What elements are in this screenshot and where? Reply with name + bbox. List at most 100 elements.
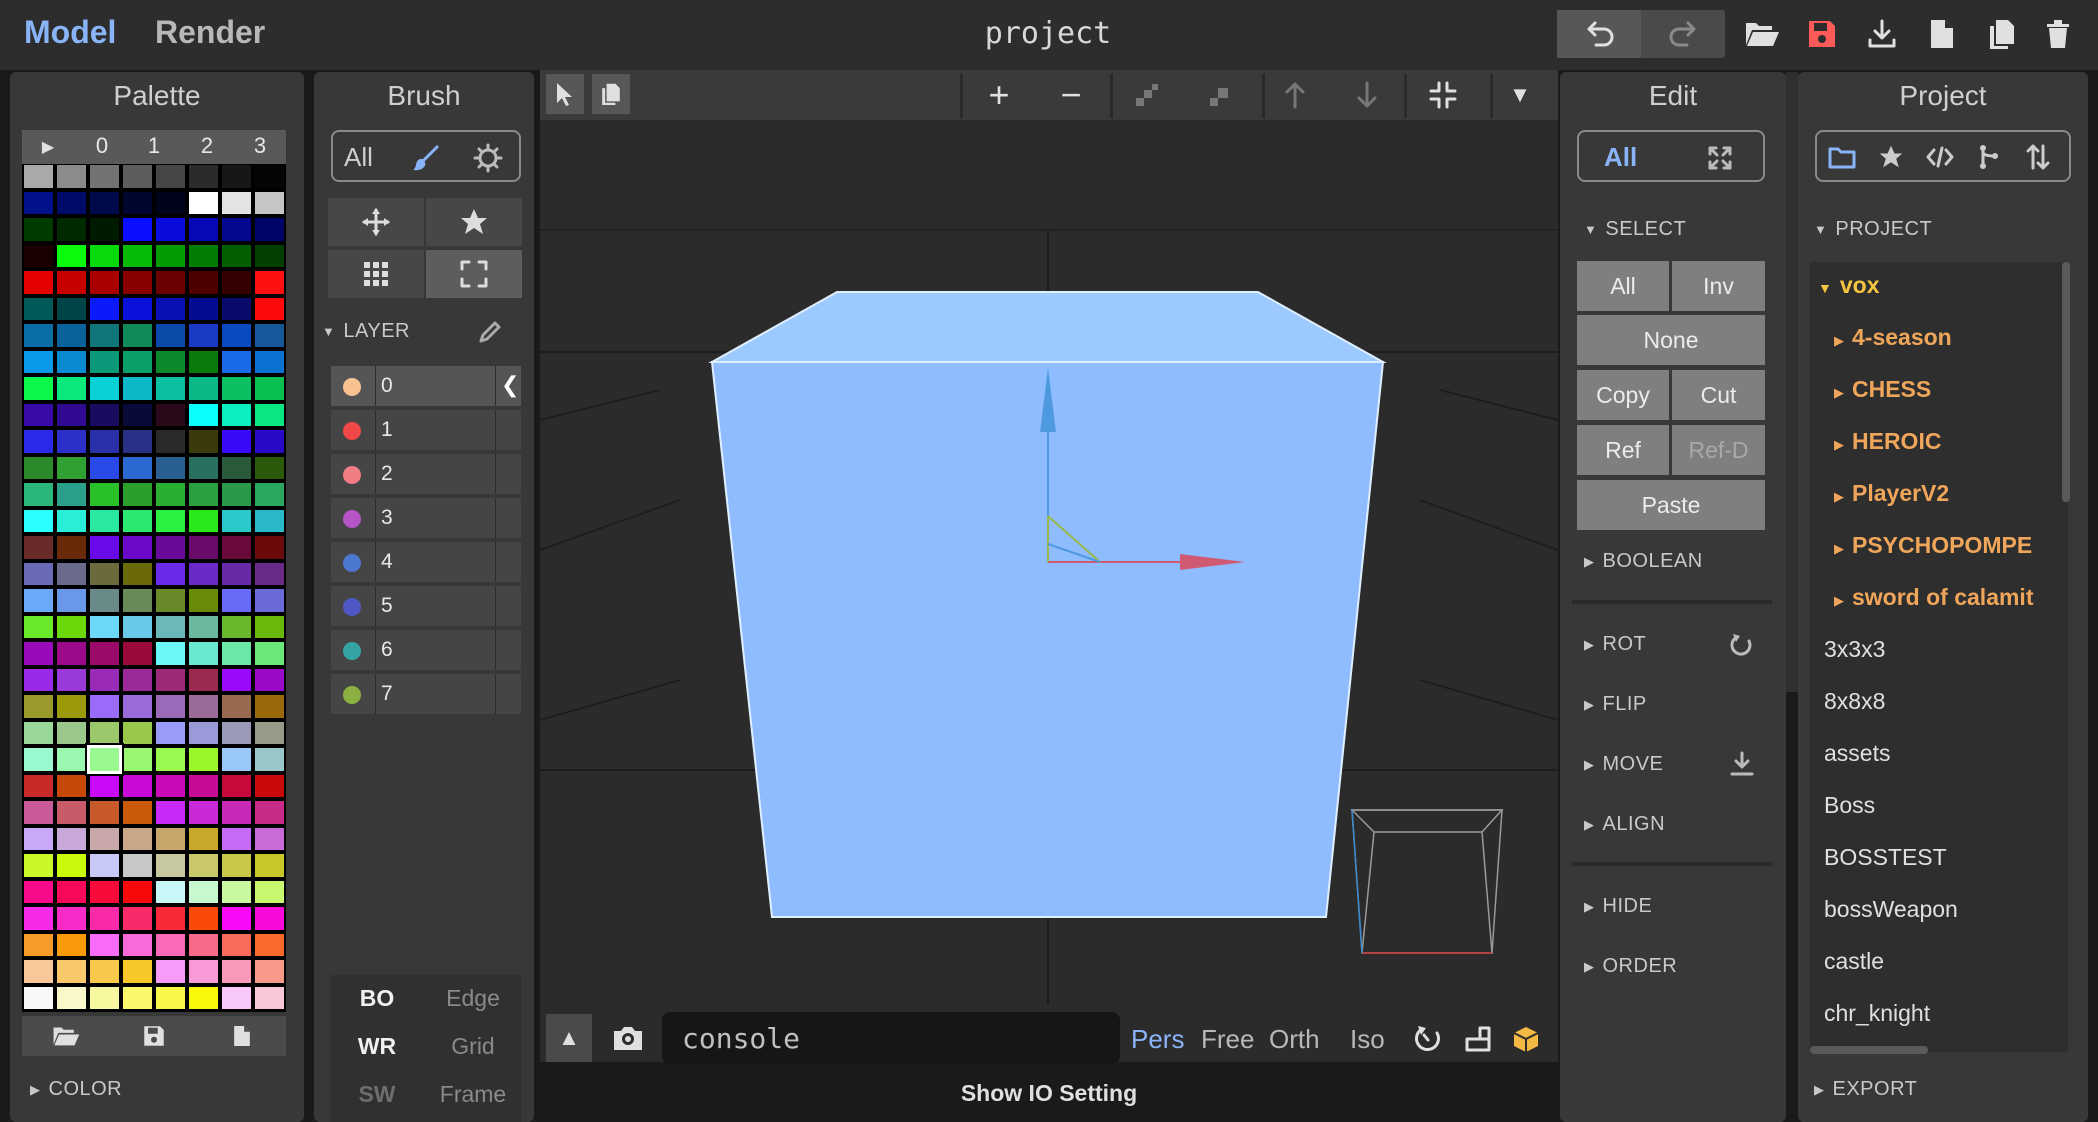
- brush-move-button[interactable]: [328, 198, 424, 246]
- hide-section-header[interactable]: ▶ HIDE: [1584, 895, 1652, 918]
- palette-swatch[interactable]: [57, 642, 86, 665]
- tree-file-item[interactable]: assets: [1824, 740, 1890, 767]
- palette-swatch[interactable]: [123, 165, 152, 188]
- palette-swatch[interactable]: [189, 377, 218, 400]
- tree-folder-item[interactable]: ▶ HEROIC: [1834, 428, 1941, 455]
- palette-swatch[interactable]: [189, 218, 218, 241]
- palette-swatch[interactable]: [222, 854, 251, 877]
- palette-swatch[interactable]: [24, 907, 53, 930]
- palette-swatch[interactable]: [255, 456, 284, 479]
- palette-tab-1[interactable]: 1: [128, 133, 180, 159]
- palette-swatch[interactable]: [156, 191, 185, 214]
- palette-swatch[interactable]: [24, 430, 53, 453]
- move-apply-button[interactable]: [1722, 746, 1762, 782]
- palette-swatch[interactable]: [90, 589, 119, 612]
- edit-mode-all[interactable]: All: [1604, 142, 1637, 173]
- palette-swatch[interactable]: [57, 801, 86, 824]
- palette-swatch[interactable]: [222, 589, 251, 612]
- show-io-setting-button[interactable]: Show IO Setting: [540, 1080, 1558, 1107]
- palette-swatch[interactable]: [123, 271, 152, 294]
- palette-swatch[interactable]: [255, 483, 284, 506]
- palette-swatch[interactable]: [57, 297, 86, 320]
- step-up-button[interactable]: [1124, 74, 1170, 116]
- palette-swatch[interactable]: [57, 165, 86, 188]
- palette-swatch[interactable]: [57, 403, 86, 426]
- brush-paint-button[interactable]: [406, 138, 446, 178]
- palette-swatch[interactable]: [24, 774, 53, 797]
- palette-swatch[interactable]: [123, 562, 152, 585]
- palette-swatch[interactable]: [123, 589, 152, 612]
- duplicate-file-button[interactable]: [1978, 12, 2026, 56]
- palette-swatch[interactable]: [189, 986, 218, 1009]
- rot-reset-button[interactable]: [1722, 628, 1762, 664]
- palette-swatch[interactable]: [90, 907, 119, 930]
- palette-swatch[interactable]: [57, 695, 86, 718]
- palette-swatch[interactable]: [57, 350, 86, 373]
- palette-swatch[interactable]: [255, 668, 284, 691]
- palette-swatch[interactable]: [156, 854, 185, 877]
- palette-swatch[interactable]: [90, 642, 119, 665]
- tab-model[interactable]: Model: [24, 14, 116, 51]
- palette-swatch[interactable]: [90, 854, 119, 877]
- palette-swatch[interactable]: [156, 271, 185, 294]
- palette-swatch[interactable]: [24, 668, 53, 691]
- tree-folder-item[interactable]: ▶ PSYCHOPOMPE: [1834, 532, 2032, 559]
- delete-button[interactable]: [2034, 12, 2082, 56]
- palette-swatch[interactable]: [123, 377, 152, 400]
- palette-swatch[interactable]: [156, 218, 185, 241]
- palette-swatch[interactable]: [156, 615, 185, 638]
- toggle-wr[interactable]: WR: [331, 1033, 423, 1060]
- palette-swatch[interactable]: [189, 589, 218, 612]
- palette-swatch[interactable]: [123, 483, 152, 506]
- palette-swatch[interactable]: [156, 430, 185, 453]
- palette-swatch[interactable]: [123, 880, 152, 903]
- layer-color-dot[interactable]: [343, 378, 361, 396]
- palette-open-button[interactable]: [22, 1016, 110, 1056]
- palette-swatch[interactable]: [255, 748, 284, 771]
- palette-swatch[interactable]: [24, 801, 53, 824]
- palette-swatch[interactable]: [189, 324, 218, 347]
- palette-swatch[interactable]: [24, 827, 53, 850]
- palette-swatch[interactable]: [222, 191, 251, 214]
- select-tool-button[interactable]: [546, 74, 584, 114]
- brush-grid-button[interactable]: [328, 250, 424, 298]
- new-file-button[interactable]: [1918, 12, 1966, 56]
- palette-swatch[interactable]: [24, 271, 53, 294]
- palette-swatch[interactable]: [255, 324, 284, 347]
- palette-swatch[interactable]: [123, 827, 152, 850]
- toggle-bo[interactable]: BO: [331, 985, 423, 1012]
- palette-swatch[interactable]: [189, 536, 218, 559]
- palette-swatch[interactable]: [156, 827, 185, 850]
- palette-swatch[interactable]: [90, 827, 119, 850]
- palette-swatch[interactable]: [189, 244, 218, 267]
- palette-swatch[interactable]: [57, 218, 86, 241]
- palette-swatch[interactable]: [90, 191, 119, 214]
- palette-swatch[interactable]: [255, 880, 284, 903]
- add-voxel-button[interactable]: +: [976, 74, 1022, 116]
- palette-swatch[interactable]: [24, 748, 53, 771]
- palette-swatch[interactable]: [255, 536, 284, 559]
- palette-swatch[interactable]: [90, 615, 119, 638]
- download-button[interactable]: [1858, 12, 1906, 56]
- palette-swatch[interactable]: [24, 403, 53, 426]
- tree-folder-item[interactable]: ▶ CHESS: [1834, 376, 1931, 403]
- palette-swatch[interactable]: [90, 297, 119, 320]
- palette-swatch[interactable]: [255, 960, 284, 983]
- remove-voxel-button[interactable]: −: [1048, 74, 1094, 116]
- palette-swatch[interactable]: [24, 854, 53, 877]
- palette-swatch[interactable]: [255, 403, 284, 426]
- palette-swatch[interactable]: [189, 801, 218, 824]
- palette-swatch[interactable]: [255, 721, 284, 744]
- palette-swatch[interactable]: [255, 377, 284, 400]
- palette-swatch[interactable]: [90, 350, 119, 373]
- palette-swatch[interactable]: [90, 774, 119, 797]
- view-cube-button[interactable]: [1506, 1018, 1546, 1060]
- palette-swatch[interactable]: [123, 218, 152, 241]
- brush-settings-button[interactable]: [466, 138, 510, 178]
- palette-swatch[interactable]: [222, 562, 251, 585]
- palette-swatch[interactable]: [90, 668, 119, 691]
- palette-swatch[interactable]: [156, 933, 185, 956]
- palette-swatch[interactable]: [90, 933, 119, 956]
- palette-swatch[interactable]: [189, 430, 218, 453]
- palette-swatch[interactable]: [24, 377, 53, 400]
